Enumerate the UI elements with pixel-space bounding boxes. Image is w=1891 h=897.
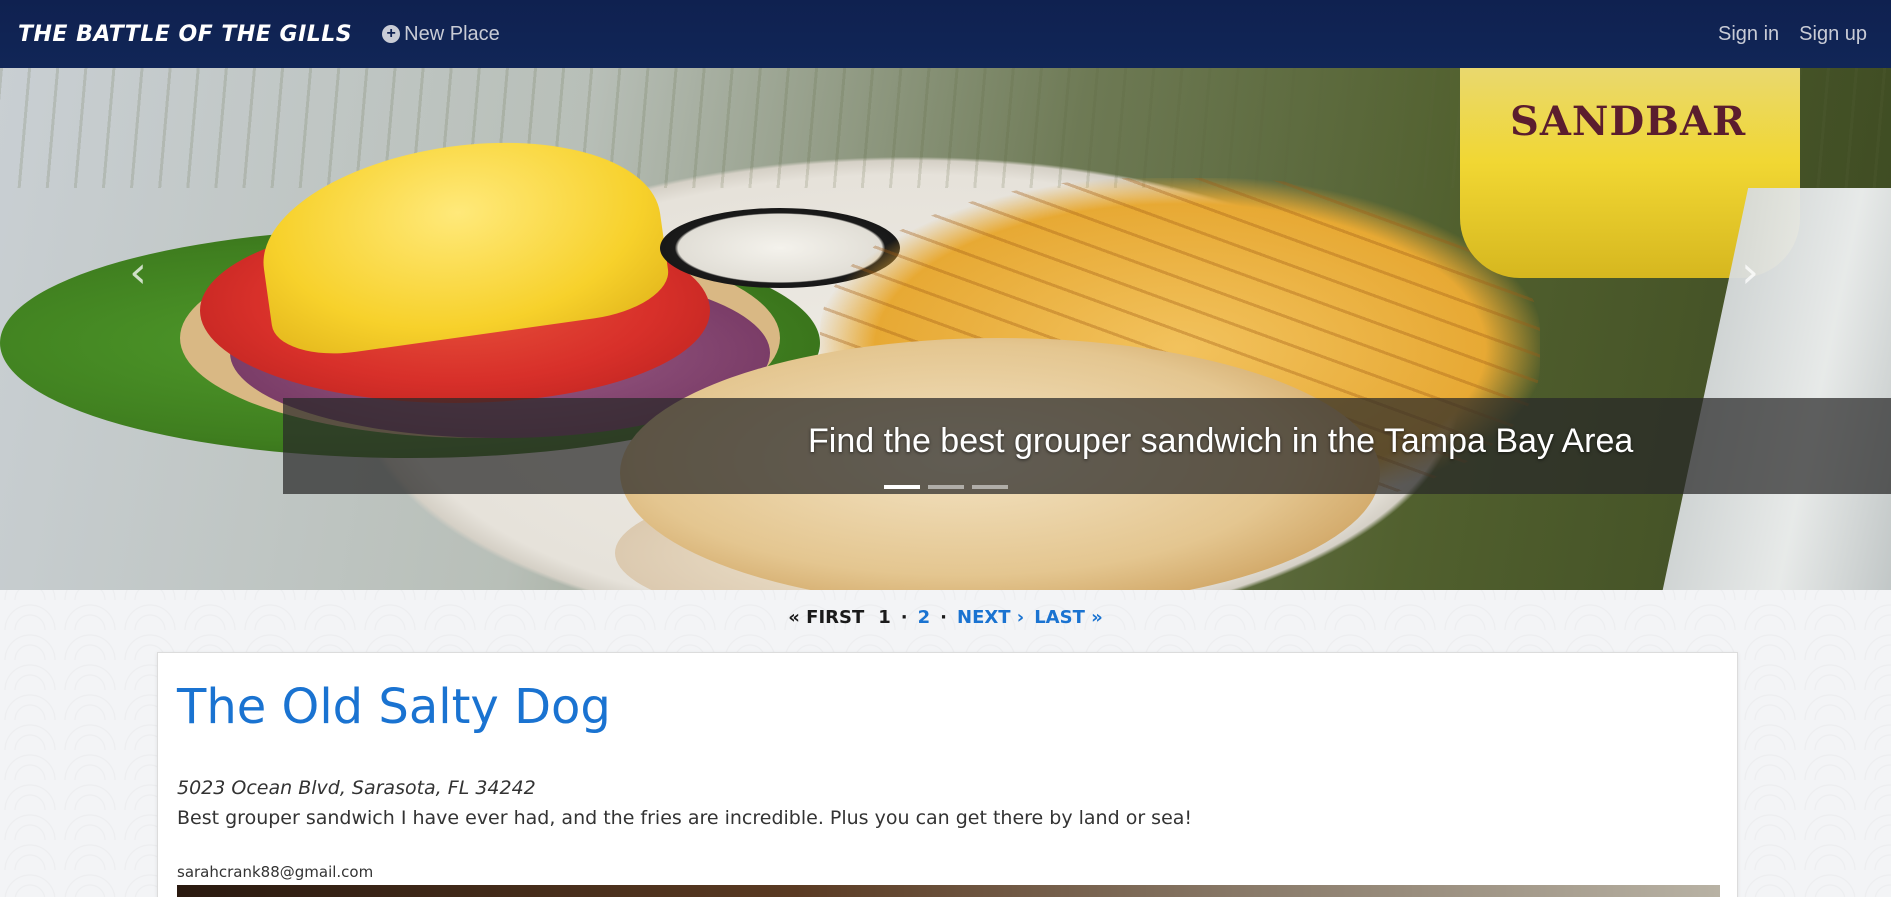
top-navbar: The Battle of the Gills + New Place Sign… xyxy=(0,0,1891,68)
place-author-email: sarahcrank88@gmail.com xyxy=(177,863,374,881)
beer-cup-logo: SANDBAR xyxy=(1510,98,1747,145)
sign-in-link[interactable]: Sign in xyxy=(1718,23,1779,46)
pagination-page-2[interactable]: 2 xyxy=(918,607,931,628)
plus-circle-icon: + xyxy=(382,25,401,43)
pagination-separator: · xyxy=(900,606,908,628)
chevron-left-icon[interactable]: ‹ xyxy=(118,242,158,302)
place-title[interactable]: The Old Salty Dog xyxy=(177,679,611,735)
carousel-indicator[interactable] xyxy=(972,485,1008,489)
chevron-right-icon[interactable]: › xyxy=(1730,242,1770,302)
place-card: The Old Salty Dog 5023 Ocean Blvd, Saras… xyxy=(157,652,1738,897)
new-place-link[interactable]: + New Place xyxy=(382,23,500,46)
pagination-separator: · xyxy=(940,606,947,628)
pagination-current-page: 1 xyxy=(878,606,891,628)
carousel-indicator[interactable] xyxy=(884,485,920,489)
pagination-first[interactable]: « First xyxy=(788,607,864,628)
brand-logo[interactable]: The Battle of the Gills xyxy=(18,22,352,47)
hero-carousel: SANDBAR xyxy=(0,68,1891,590)
carousel-indicator[interactable] xyxy=(928,485,964,489)
sign-up-link[interactable]: Sign up xyxy=(1799,23,1867,46)
pagination: « First 1 · 2 · Next › Last » xyxy=(0,602,1891,632)
pagination-last[interactable]: Last » xyxy=(1034,607,1103,628)
place-description: Best grouper sandwich I have ever had, a… xyxy=(177,807,1193,829)
place-photo xyxy=(177,885,1720,897)
carousel-caption: Find the best grouper sandwich in the Ta… xyxy=(808,422,1634,460)
carousel-indicators xyxy=(884,485,1008,489)
auth-links: Sign in Sign up xyxy=(1698,0,1867,68)
place-address: 5023 Ocean Blvd, Sarasota, FL 34242 xyxy=(177,777,536,799)
new-place-label: New Place xyxy=(404,22,500,45)
pagination-next[interactable]: Next › xyxy=(957,607,1024,628)
